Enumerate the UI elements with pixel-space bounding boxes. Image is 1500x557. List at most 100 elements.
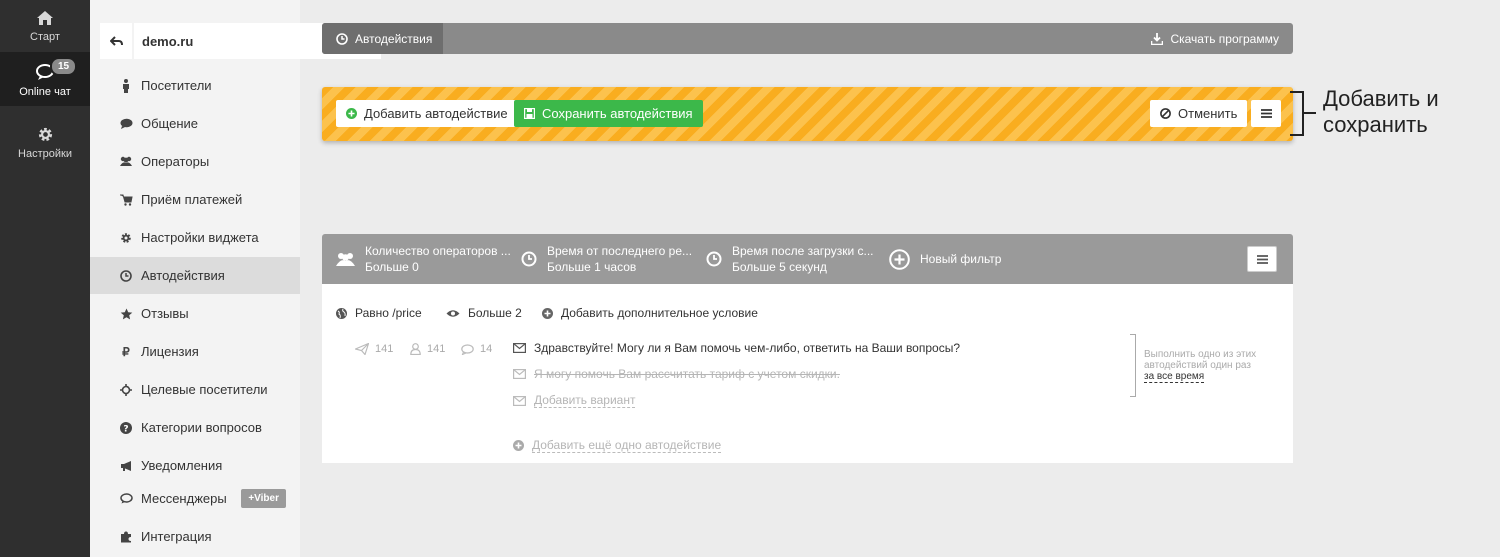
chat-count-badge: 15: [50, 57, 78, 76]
autoaction-panel: Равно /price Больше 2 Добавить дополните…: [322, 284, 1293, 463]
message-primary-text: Здравствуйте! Могу ли я Вам помочь чем-л…: [534, 341, 960, 355]
sidebar-item-label: Уведомления: [141, 458, 223, 473]
globe-icon: [336, 307, 347, 319]
chat-bubbles-icon: [119, 492, 133, 506]
home-icon: [37, 11, 53, 25]
plus-circle-icon: [346, 108, 357, 119]
svg-text:?: ?: [123, 424, 128, 434]
clock-icon: [119, 269, 133, 283]
annotation-line-1: Добавить и: [1323, 86, 1439, 111]
filter-title: Количество операторов ...: [365, 244, 511, 258]
sidebar-item-target-visitors[interactable]: Целевые посетители: [90, 371, 300, 408]
stat-sent-value: 141: [375, 343, 394, 355]
eye-icon: [446, 309, 460, 318]
filter-value: Больше 1 часов: [547, 260, 637, 274]
condition-page-label: Равно /price: [355, 306, 422, 320]
sidebar-item-payments[interactable]: Приём платежей: [90, 181, 300, 218]
condition-page[interactable]: Равно /price: [336, 306, 422, 320]
cancel-button[interactable]: Отменить: [1150, 100, 1248, 127]
rail-start[interactable]: Старт: [0, 10, 90, 50]
left-rail: Старт Online чат 15 Настройки: [0, 0, 90, 557]
download-label: Скачать программу: [1170, 31, 1279, 46]
rail-online-chat[interactable]: Online чат 15: [0, 52, 90, 106]
stat-users: 141: [410, 343, 445, 355]
rail-settings[interactable]: Настройки: [0, 126, 90, 166]
sidebar-item-communication[interactable]: Общение: [90, 105, 300, 142]
sidebar-item-notifications[interactable]: Уведомления: [90, 447, 300, 484]
tab-autoactions[interactable]: Автодействия: [322, 23, 443, 54]
sidebar: demo.ru Посетители Общение Операторы При…: [90, 0, 381, 557]
stat-sent: 141: [355, 343, 393, 355]
sidebar-item-license[interactable]: ₽ Лицензия: [90, 333, 300, 370]
sidebar-item-question-categories[interactable]: ? Категории вопросов: [90, 409, 300, 446]
clock-icon: [521, 251, 537, 267]
add-condition-label: Добавить дополнительное условие: [561, 306, 758, 320]
add-condition-button[interactable]: Добавить дополнительное условие: [542, 306, 758, 320]
stat-replies: 14: [461, 343, 492, 355]
star-icon: [119, 307, 133, 321]
cart-icon: [119, 193, 133, 207]
filter-title: Время после загрузки с...: [732, 244, 874, 258]
add-variant-label: Добавить вариант: [534, 393, 636, 408]
autoaction-action-bar: Добавить автодействие Сохранить автодейс…: [322, 87, 1293, 141]
sidebar-item-reviews[interactable]: Отзывы: [90, 295, 300, 332]
sidebar-item-autoactions[interactable]: Автодействия: [90, 257, 300, 294]
save-autoactions-button[interactable]: Сохранить автодействия: [514, 100, 703, 127]
actionbar-menu-button[interactable]: [1251, 100, 1281, 127]
puzzle-icon: [119, 530, 133, 544]
stat-replies-value: 14: [480, 343, 493, 355]
rail-chat-label: Online чат: [19, 86, 71, 98]
envelope-icon: [513, 395, 526, 406]
side-note-bracket: [1130, 334, 1136, 397]
filter-title: Время от последнего ре...: [547, 244, 693, 258]
sidebar-item-label: Посетители: [141, 78, 212, 93]
side-note-text: Выполнить одно из этих автодействий один…: [1144, 349, 1257, 371]
condition-views[interactable]: Больше 2: [446, 306, 522, 320]
add-another-autoaction-button[interactable]: Добавить ещё одно автодействие: [513, 438, 722, 453]
message-variant-secondary[interactable]: Я могу помочь Вам рассчитать тариф с уче…: [513, 367, 840, 381]
stat-users-value: 141: [427, 343, 446, 355]
message-variant-primary[interactable]: Здравствуйте! Могу ли я Вам помочь чем-л…: [513, 341, 960, 355]
annotation-text: Добавить и сохранить: [1323, 86, 1439, 138]
sidebar-item-widget-settings[interactable]: Настройки виджета: [90, 219, 300, 256]
filter-time-after-load[interactable]: Время после загрузки с... Больше 5 секун…: [706, 234, 874, 284]
save-autoactions-label: Сохранить автодействия: [542, 106, 693, 121]
sidebar-item-visitors[interactable]: Посетители: [90, 67, 300, 104]
hamburger-icon: [1260, 109, 1272, 118]
sidebar-item-operators[interactable]: Операторы: [90, 143, 300, 180]
add-autoaction-label: Добавить автодействие: [364, 106, 508, 121]
gear-icon: [38, 127, 52, 142]
sidebar-item-label: Общение: [141, 116, 199, 131]
ruble-icon: ₽: [122, 344, 130, 359]
plus-circle-icon: [513, 440, 524, 451]
paper-plane-icon: [355, 343, 369, 355]
gear-icon: [119, 231, 133, 245]
filter-bar: Количество операторов ... Больше 0 Время…: [322, 234, 1293, 284]
annotation-bracket: [1290, 91, 1304, 136]
hamburger-icon: [1256, 254, 1268, 264]
frequency-link[interactable]: за все время: [1144, 371, 1205, 383]
download-program-link[interactable]: Скачать программу: [1151, 23, 1279, 54]
filter-menu-button[interactable]: [1247, 246, 1277, 272]
sidebar-item-integration[interactable]: Интеграция: [90, 518, 300, 555]
add-variant-button[interactable]: Добавить вариант: [513, 393, 636, 408]
filter-operators-count[interactable]: Количество операторов ... Больше 0: [336, 234, 511, 284]
comment-icon: [119, 117, 133, 131]
site-select[interactable]: demo.ru: [134, 23, 292, 59]
sidebar-item-label: Автодействия: [141, 268, 225, 283]
sidebar-item-messengers[interactable]: Мессенджеры +Viber: [90, 480, 300, 517]
save-icon: [524, 108, 535, 119]
filter-time-since-last[interactable]: Время от последнего ре... Больше 1 часов: [521, 234, 692, 284]
tab-autoactions-label: Автодействия: [355, 31, 433, 46]
envelope-icon: [513, 343, 526, 353]
user-icon: [410, 343, 421, 355]
sidebar-item-label: Настройки виджета: [141, 230, 259, 245]
condition-views-label: Больше 2: [468, 306, 522, 320]
add-autoaction-button[interactable]: Добавить автодействие: [336, 100, 518, 127]
new-filter-button[interactable]: Новый фильтр: [889, 234, 1001, 284]
back-button[interactable]: [100, 23, 132, 59]
users-icon: [336, 252, 355, 267]
users-icon: [119, 155, 133, 169]
sidebar-item-label: Отзывы: [141, 306, 189, 321]
sidebar-item-label: Приём платежей: [141, 192, 243, 207]
